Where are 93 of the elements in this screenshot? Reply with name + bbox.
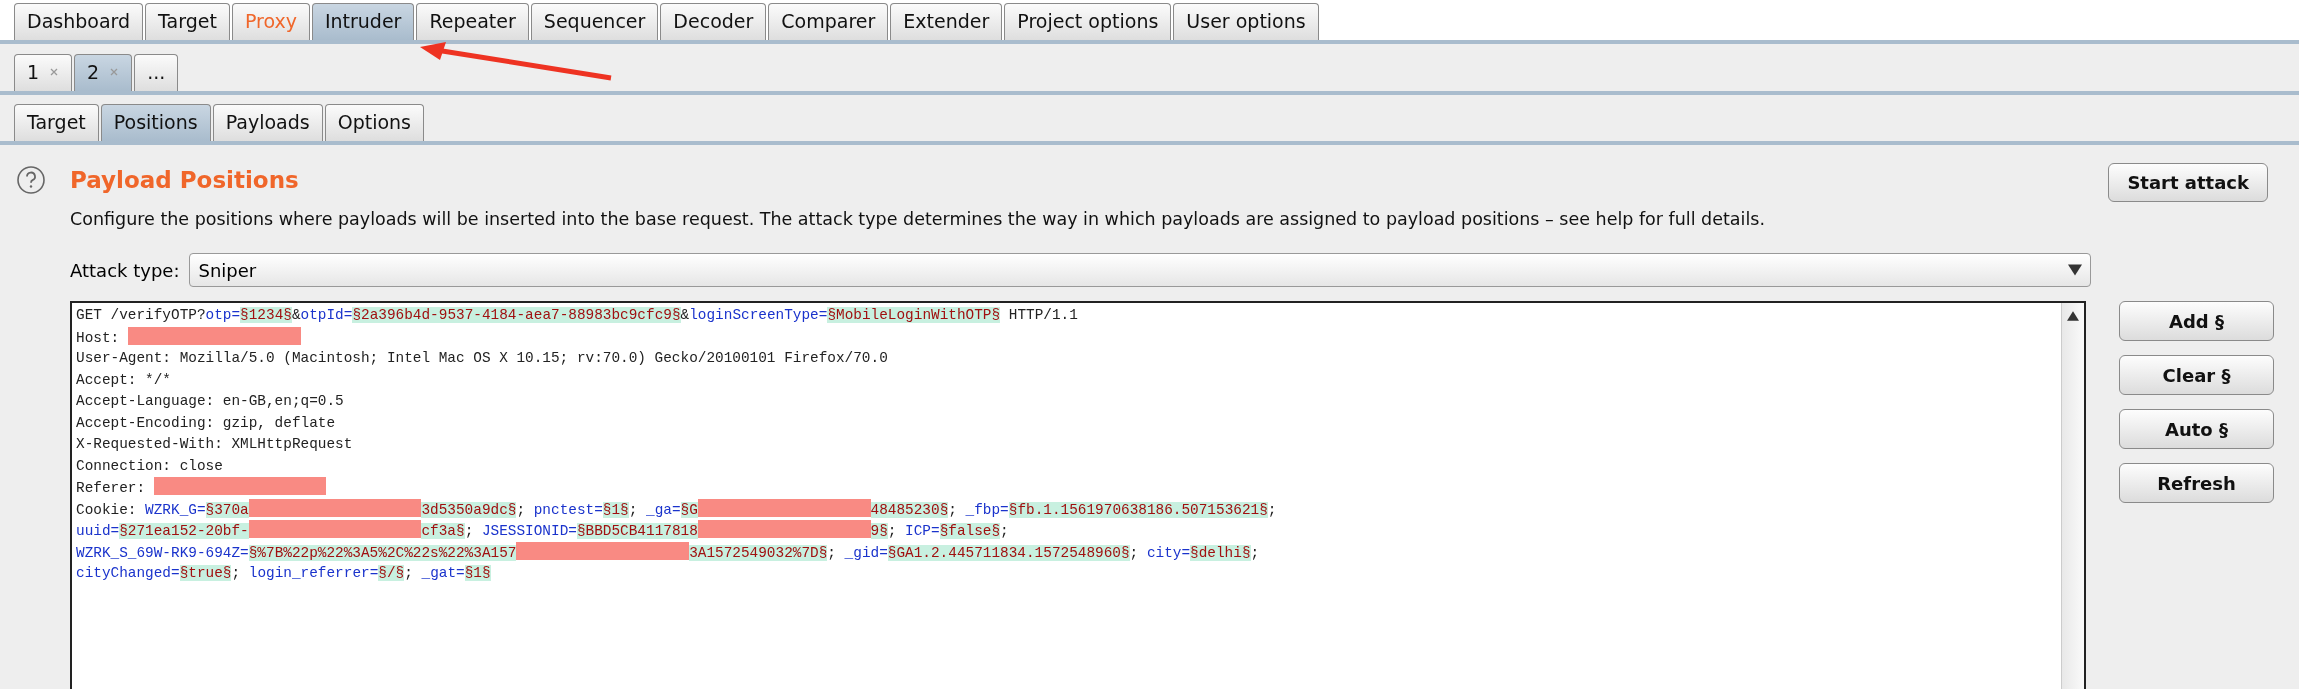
main-tab[interactable]: Comparer xyxy=(768,3,889,40)
parameter-name: _ga= xyxy=(646,501,681,518)
start-attack-button[interactable]: Start attack xyxy=(2108,163,2268,202)
payload-marker: §370a xyxy=(205,501,249,518)
payload-marker: §BBD5CB4117818 xyxy=(576,523,698,539)
parameter-name: city= xyxy=(1146,544,1191,561)
parameter-name: WZRK_G= xyxy=(145,501,206,518)
scrollbar[interactable] xyxy=(2061,303,2084,689)
payload-marker: §271ea152-20bf- xyxy=(119,523,249,539)
panel-tab[interactable]: Target xyxy=(14,104,99,141)
section-description: Configure the positions where payloads will be inserted into the base request. The attack type determines the way in which payloads are assigned to payload positions – see help for full details. xyxy=(70,209,1766,229)
request-text: Accept-Language: en-GB,en;q=0.5 xyxy=(76,393,344,409)
attack-type-dropdown[interactable]: Sniper xyxy=(189,253,2092,287)
main-tab[interactable]: Decoder xyxy=(660,3,767,40)
parameter-name: JSESSIONID= xyxy=(481,523,577,539)
request-text: Host: xyxy=(76,329,121,346)
request-text: ; xyxy=(516,501,527,518)
request-text: ; xyxy=(628,501,639,518)
request-text: User-Agent: Mozilla/5.0 (Macintosh; Intel Mac OS X 10.15; rv:70.0) Gecko/20100101 Firefox/70.0 xyxy=(76,350,888,366)
payload-marker: 48485230§ xyxy=(870,501,949,518)
main-tab[interactable]: Repeater xyxy=(416,3,529,40)
panel-tab[interactable]: Positions xyxy=(100,104,211,141)
request-text: Accept: */* xyxy=(76,371,171,388)
payload-marker: 3d5350a9dc§ xyxy=(421,501,517,518)
editor-button[interactable]: Auto § xyxy=(2119,409,2274,449)
caret-icon[interactable] xyxy=(2068,264,2083,276)
request-text: ; xyxy=(1267,501,1277,518)
request-text: & xyxy=(680,307,690,323)
main-tab[interactable]: User options xyxy=(1173,3,1319,40)
parameter-name: otpId= xyxy=(300,307,353,323)
panel-tab[interactable]: Payloads xyxy=(212,104,323,141)
parameter-name: _gid= xyxy=(844,544,888,561)
request-text: ; xyxy=(827,544,837,561)
parameter-name: loginScreenType= xyxy=(689,307,828,323)
main-tab[interactable]: Intruder xyxy=(311,3,415,40)
main-tab[interactable]: Sequencer xyxy=(530,3,659,40)
main-tab[interactable]: Extender xyxy=(890,3,1003,40)
editor-button[interactable]: Refresh xyxy=(2119,463,2274,503)
payload-marker: 3A1572549032%7D§ xyxy=(689,544,828,561)
request-text: ; xyxy=(948,501,958,518)
main-tab[interactable]: Target xyxy=(145,3,230,40)
payload-marker: §1§ xyxy=(602,501,629,518)
parameter-name: _gat= xyxy=(421,565,465,581)
request-text: Connection: close xyxy=(76,457,223,474)
parameter-name: uuid= xyxy=(76,523,120,539)
request-text: Cookie: xyxy=(76,501,138,518)
request-text: ; xyxy=(1000,523,1009,539)
parameter-name: _fbp= xyxy=(965,501,1009,518)
request-text: Accept-Encoding: gzip, deflate xyxy=(76,414,336,431)
attack-tab[interactable]: 1 xyxy=(14,54,73,91)
parameter-name: login_referrer= xyxy=(248,565,379,581)
payload-marker: §GA1.2.445711834.1572548960§ xyxy=(887,544,1130,561)
request-text: GET /verifyOTP? xyxy=(76,307,206,323)
payload-marker: §true§ xyxy=(179,565,232,581)
main-tab[interactable]: Project options xyxy=(1004,3,1172,40)
request-text: X-Requested-With: XMLHttpRequest xyxy=(76,436,353,452)
request-text: & xyxy=(291,307,301,323)
request-text: ; xyxy=(231,565,242,581)
request-text: Referer: xyxy=(76,480,147,496)
parameter-name: cityChanged= xyxy=(76,565,180,581)
section-title: Payload Positions xyxy=(70,167,300,193)
payload-marker: §1§ xyxy=(464,565,491,581)
payload-marker: §/§ xyxy=(378,565,405,581)
attack-tab[interactable]: 2 xyxy=(74,54,133,91)
attack-tab[interactable]: ... xyxy=(134,54,179,91)
parameter-name: otp= xyxy=(205,307,241,323)
payload-marker: §delhi§ xyxy=(1190,544,1251,561)
payload-marker: §%7B%22p%22%3A5%2C%22s%22%3A157 xyxy=(248,544,517,561)
request-text: ; xyxy=(404,565,414,581)
request-text: ; xyxy=(464,523,475,539)
payload-marker: §false§ xyxy=(939,523,1001,539)
request-text: HTTP/1.1 xyxy=(1007,307,1078,323)
request-text: ; xyxy=(887,523,898,539)
help-icon[interactable] xyxy=(16,165,46,195)
editor-button[interactable]: Add § xyxy=(2119,301,2274,341)
panel-tab[interactable]: Options xyxy=(324,104,424,141)
request-text: ; xyxy=(1250,544,1260,561)
scroll-up-icon[interactable] xyxy=(2067,311,2079,321)
request-editor[interactable] xyxy=(70,301,2086,689)
payload-marker: cf3a§ xyxy=(421,523,465,539)
attack-type-label: Attack type: xyxy=(70,259,180,281)
payload-marker: §2a396b4d-9537-4184-aea7-88983bc9cfc9§ xyxy=(352,307,681,323)
parameter-name: ICP= xyxy=(905,523,940,539)
payload-marker: §fb.1.1561970638186.507153621§ xyxy=(1008,501,1268,518)
request-text: ; xyxy=(1129,544,1140,561)
close-icon[interactable] xyxy=(49,67,60,77)
payload-marker: §MobileLoginWithOTP§ xyxy=(827,307,1001,323)
parameter-name: WZRK_S_69W-RK9-694Z= xyxy=(76,544,249,561)
editor-button[interactable]: Clear § xyxy=(2119,355,2274,395)
main-tab[interactable]: Dashboard xyxy=(14,3,144,40)
parameter-name: pnctest= xyxy=(533,501,603,518)
payload-marker: §G xyxy=(680,501,698,518)
payload-marker: §1234§ xyxy=(240,307,292,323)
